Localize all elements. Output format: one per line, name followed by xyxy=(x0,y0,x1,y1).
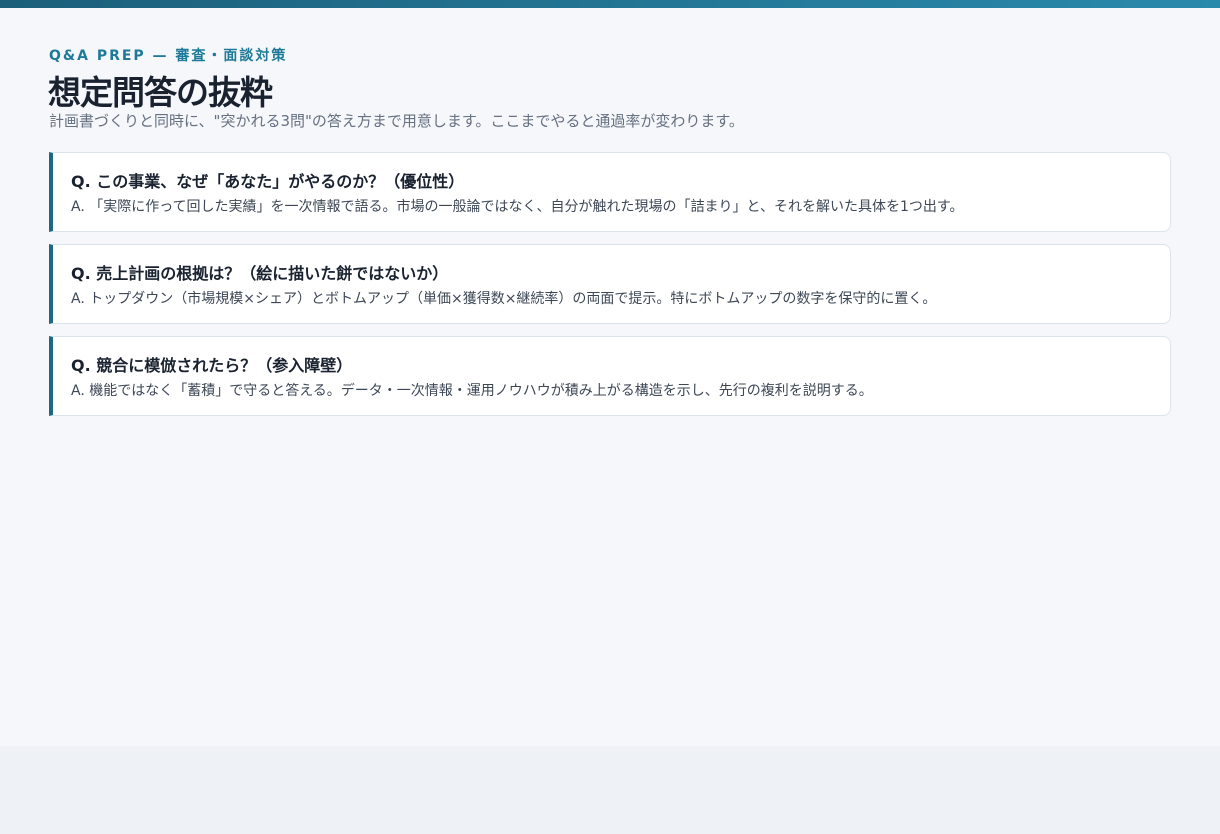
qa-card: Q. 売上計画の根拠は？（絵に描いた餅ではないか） A. トップダウン（市場規模… xyxy=(49,244,1171,324)
qa-prep-page: Q&A PREP — 審査・面談対策 想定問答の抜粋 計画書づくりと同時に、"突… xyxy=(0,8,1220,746)
qa-answer: A. 機能ではなく「蓄積」で守ると答える。データ・一次情報・運用ノウハウが積み上… xyxy=(71,383,873,399)
top-accent-bar xyxy=(0,0,1220,8)
qa-question: Q. 売上計画の根拠は？（絵に描いた餅ではないか） xyxy=(71,264,449,283)
page-title: 想定問答の抜粋 xyxy=(48,73,273,112)
qa-answer: A. トップダウン（市場規模×シェア）とボトムアップ（単価×獲得数×継続率）の両… xyxy=(71,291,937,307)
qa-list: Q. この事業、なぜ「あなた」がやるのか？（優位性） A. 「実際に作って回した… xyxy=(49,152,1171,428)
qa-answer: A. 「実際に作って回した実績」を一次情報で語る。市場の一般論ではなく、自分が触… xyxy=(71,199,964,215)
qa-card: Q. 競合に模倣されたら？（参入障壁） A. 機能ではなく「蓄積」で守ると答える… xyxy=(49,336,1171,416)
qa-card: Q. この事業、なぜ「あなた」がやるのか？（優位性） A. 「実際に作って回した… xyxy=(49,152,1171,232)
section-eyebrow: Q&A PREP — 審査・面談対策 xyxy=(49,48,288,64)
qa-question: Q. 競合に模倣されたら？（参入障壁） xyxy=(71,356,353,375)
qa-question: Q. この事業、なぜ「あなた」がやるのか？（優位性） xyxy=(71,172,465,191)
page-subtitle: 計画書づくりと同時に、"突かれる3問"の答え方まで用意します。ここまでやると通過… xyxy=(49,112,744,130)
